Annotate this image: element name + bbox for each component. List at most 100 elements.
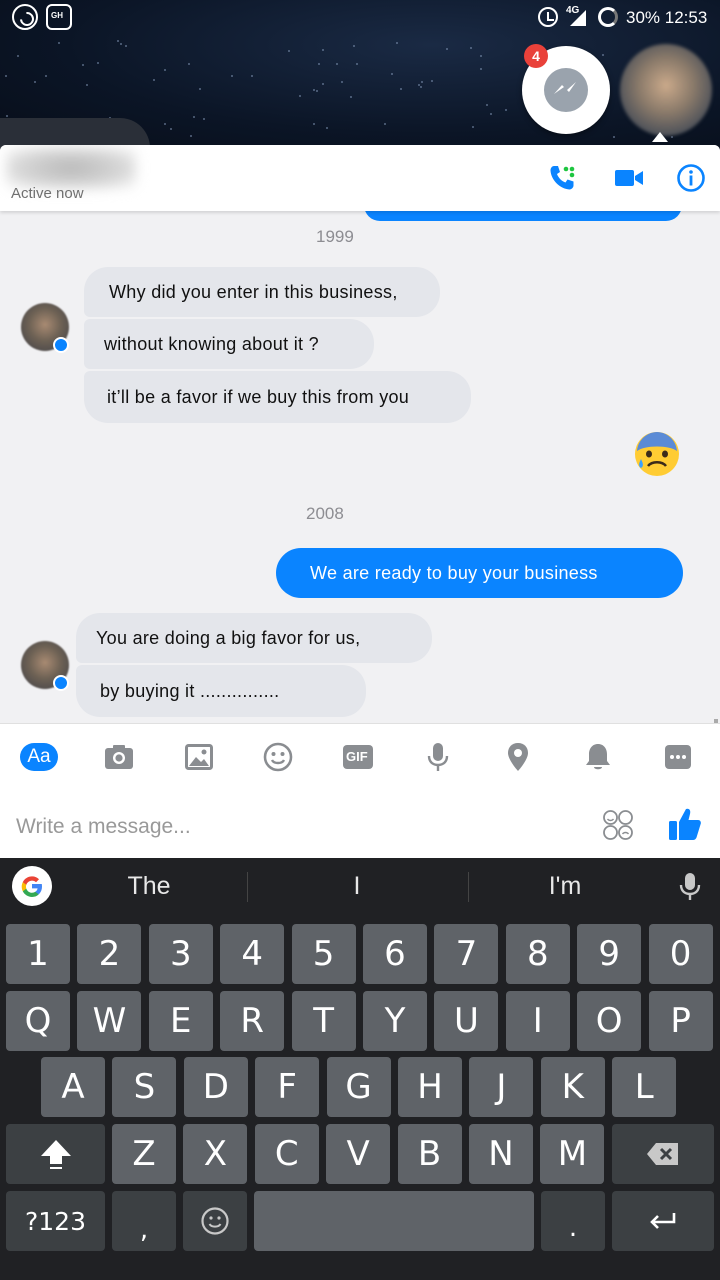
clock: 12:53 [664,8,708,27]
key[interactable]: X [183,1124,248,1184]
key[interactable]: Q [6,991,70,1051]
active-status: Active now [11,185,84,202]
voice-clip-button[interactable] [418,740,458,774]
thumbs-up-icon [669,808,701,840]
star [313,123,315,125]
outgoing-message[interactable]: We are ready to buy your business [276,548,683,598]
key[interactable]: M [540,1124,605,1184]
text-format-button[interactable]: Aa [20,743,58,771]
video-call-button[interactable] [612,161,646,195]
key[interactable]: I [505,991,570,1051]
emoji-key[interactable] [183,1191,247,1251]
key[interactable]: A [41,1057,105,1117]
messenger-badge-icon [53,337,69,353]
anxious-face-emoji-icon[interactable] [634,431,680,477]
key[interactable]: E [148,991,213,1051]
key[interactable]: Z [112,1124,176,1184]
star [396,42,398,44]
contact-chat-head[interactable] [620,44,712,136]
emoji-picker-button[interactable] [602,809,634,841]
key[interactable]: H [398,1057,462,1117]
key[interactable]: 1 [6,924,70,984]
reminder-button[interactable] [578,740,618,774]
key[interactable]: N [469,1124,533,1184]
space-bar[interactable] [254,1191,534,1251]
timestamp: 2008 [306,504,344,523]
shift-icon [40,1140,71,1169]
key[interactable]: F [255,1057,320,1117]
location-pin-icon [508,743,528,771]
key[interactable]: O [577,991,642,1051]
key[interactable]: 2 [77,924,142,984]
emoji-icon [201,1207,229,1235]
message-input[interactable] [16,812,576,842]
info-button[interactable] [674,161,708,195]
star [391,73,393,75]
key[interactable]: S [112,1057,177,1117]
star [420,86,422,88]
gallery-button[interactable] [179,740,219,774]
star [117,40,119,42]
battery-percent: 30% [626,8,661,27]
bell-icon [586,744,610,770]
backspace-key[interactable] [612,1124,714,1184]
incoming-message[interactable]: without knowing about it ? [84,319,374,369]
key[interactable]: V [326,1124,391,1184]
suggestion[interactable]: The [49,872,249,901]
symbols-key[interactable]: ?123 [6,1191,105,1251]
star [199,88,201,90]
comma-key[interactable]: , [112,1191,176,1251]
like-button[interactable] [668,806,702,842]
key[interactable]: 9 [577,924,642,984]
star [120,43,122,45]
voice-call-button[interactable] [545,161,579,195]
key[interactable]: C [254,1124,319,1184]
key[interactable]: K [540,1057,605,1117]
key[interactable]: 3 [148,924,213,984]
key[interactable]: U [434,991,499,1051]
sticker-button[interactable] [258,740,298,774]
suggestion[interactable]: I'm [465,872,665,901]
star [431,80,433,82]
key[interactable]: 8 [505,924,570,984]
mic-icon [427,743,449,771]
key[interactable]: 6 [363,924,427,984]
chat-panel: Active now 1999 Why did you enter in thi… [0,145,720,858]
key[interactable]: Y [363,991,427,1051]
incoming-message[interactable]: it’ll be a favor if we buy this from you [84,371,471,423]
more-button[interactable] [658,740,698,774]
incoming-message[interactable]: by buying it ............... [76,665,366,717]
shift-key[interactable] [6,1124,105,1184]
key[interactable]: P [648,991,713,1051]
key[interactable]: 7 [434,924,499,984]
key[interactable]: J [469,1057,534,1117]
key[interactable]: D [183,1057,248,1117]
incoming-message[interactable]: Why did you enter in this business, [84,267,440,317]
key[interactable]: G [326,1057,391,1117]
camera-icon [105,745,133,769]
smiley-icon [263,742,293,772]
key[interactable]: 4 [220,924,285,984]
key[interactable]: L [612,1057,677,1117]
location-button[interactable] [498,740,538,774]
gif-button[interactable]: GIF [338,740,378,774]
timestamp: 1999 [316,227,354,246]
key[interactable]: B [397,1124,462,1184]
key[interactable]: 5 [291,924,356,984]
incoming-message[interactable]: You are doing a big favor for us, [76,613,432,663]
period-key[interactable]: . [541,1191,605,1251]
voice-input-button[interactable] [678,872,702,902]
battery-icon [598,7,618,27]
key[interactable]: 0 [648,924,713,984]
suggestion[interactable]: I [257,872,457,901]
camera-button[interactable] [99,740,139,774]
key[interactable]: R [220,991,285,1051]
enter-key[interactable] [612,1191,714,1251]
key[interactable]: T [291,991,356,1051]
contact-name-redacted[interactable] [6,147,136,189]
star [350,96,352,98]
star [356,63,358,65]
key[interactable]: W [77,991,142,1051]
google-logo-icon[interactable] [12,866,52,906]
star [153,79,155,81]
